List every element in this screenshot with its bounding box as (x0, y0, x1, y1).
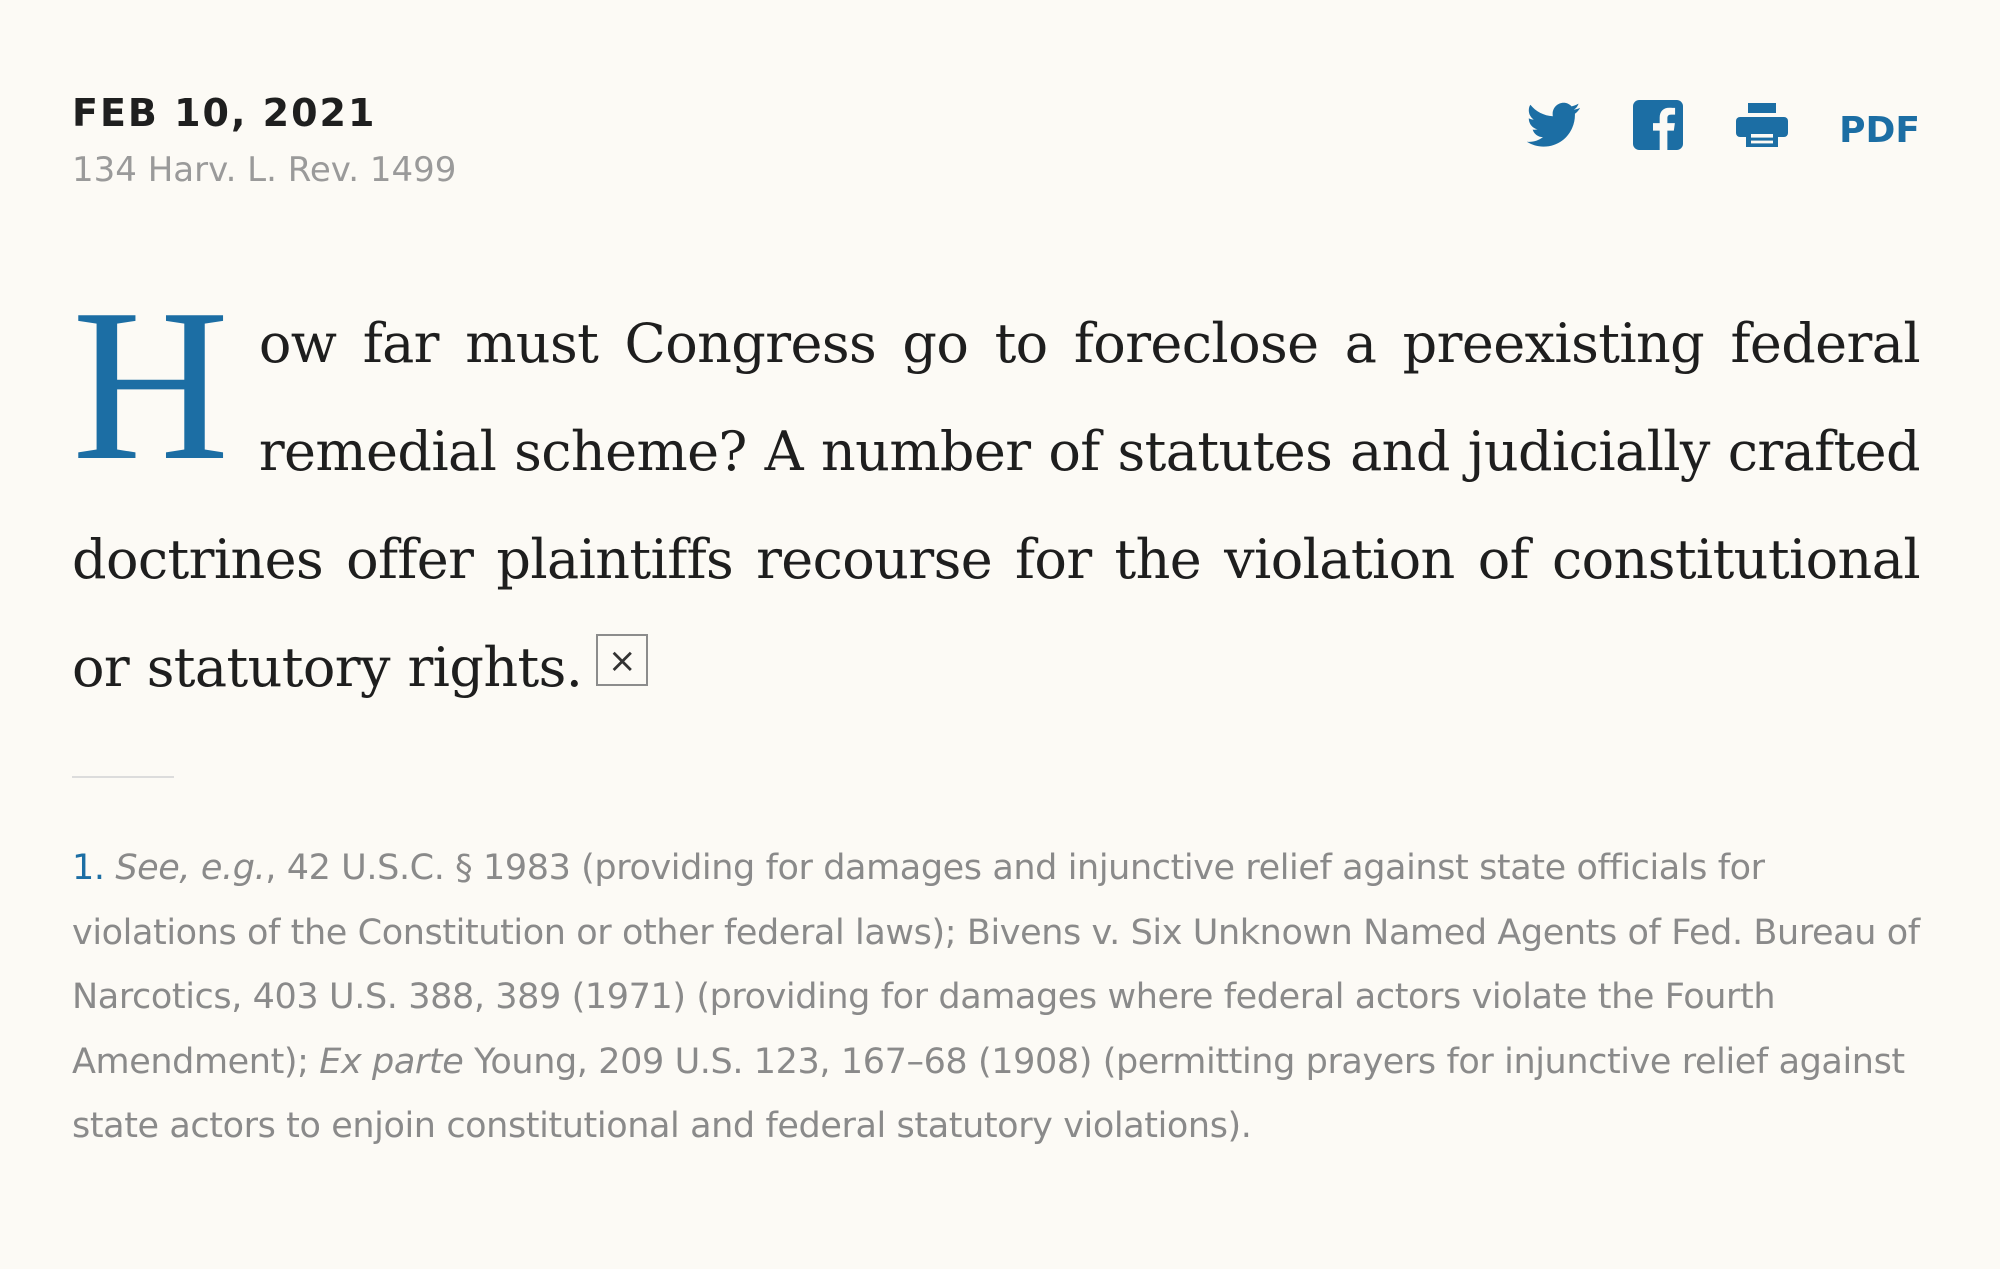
article-page: FEB 10, 2021 134 Harv. L. Rev. 1499 PDF (72, 0, 1921, 1269)
footnote-case-italic: Ex parte (319, 1041, 464, 1082)
footnote-1: 1. See, e.g., 42 U.S.C. § 1983 (providin… (72, 836, 1920, 1159)
article-meta: FEB 10, 2021 134 Harv. L. Rev. 1499 (72, 88, 456, 196)
drop-cap: H (72, 265, 229, 506)
facebook-share-button[interactable] (1627, 94, 1689, 156)
footnote-number-link[interactable]: 1. (72, 848, 105, 888)
twitter-icon (1527, 102, 1581, 147)
footnote-close-button[interactable]: × (596, 634, 649, 686)
print-button[interactable] (1731, 94, 1793, 156)
lead-text: ow far must Congress go to foreclose a p… (72, 312, 1921, 699)
share-toolbar: PDF (1481, 94, 1920, 156)
publication-date: FEB 10, 2021 (72, 91, 377, 135)
pdf-download-link[interactable]: PDF (1839, 100, 1920, 162)
citation: 134 Harv. L. Rev. 1499 (72, 150, 457, 190)
footnote-divider (72, 776, 174, 778)
print-icon (1736, 103, 1789, 147)
facebook-icon (1633, 100, 1684, 150)
footnote-signal: See, e.g. (115, 848, 266, 888)
article-lead-paragraph: How far must Congress go to foreclose a … (72, 265, 1921, 722)
twitter-share-button[interactable] (1523, 94, 1585, 156)
